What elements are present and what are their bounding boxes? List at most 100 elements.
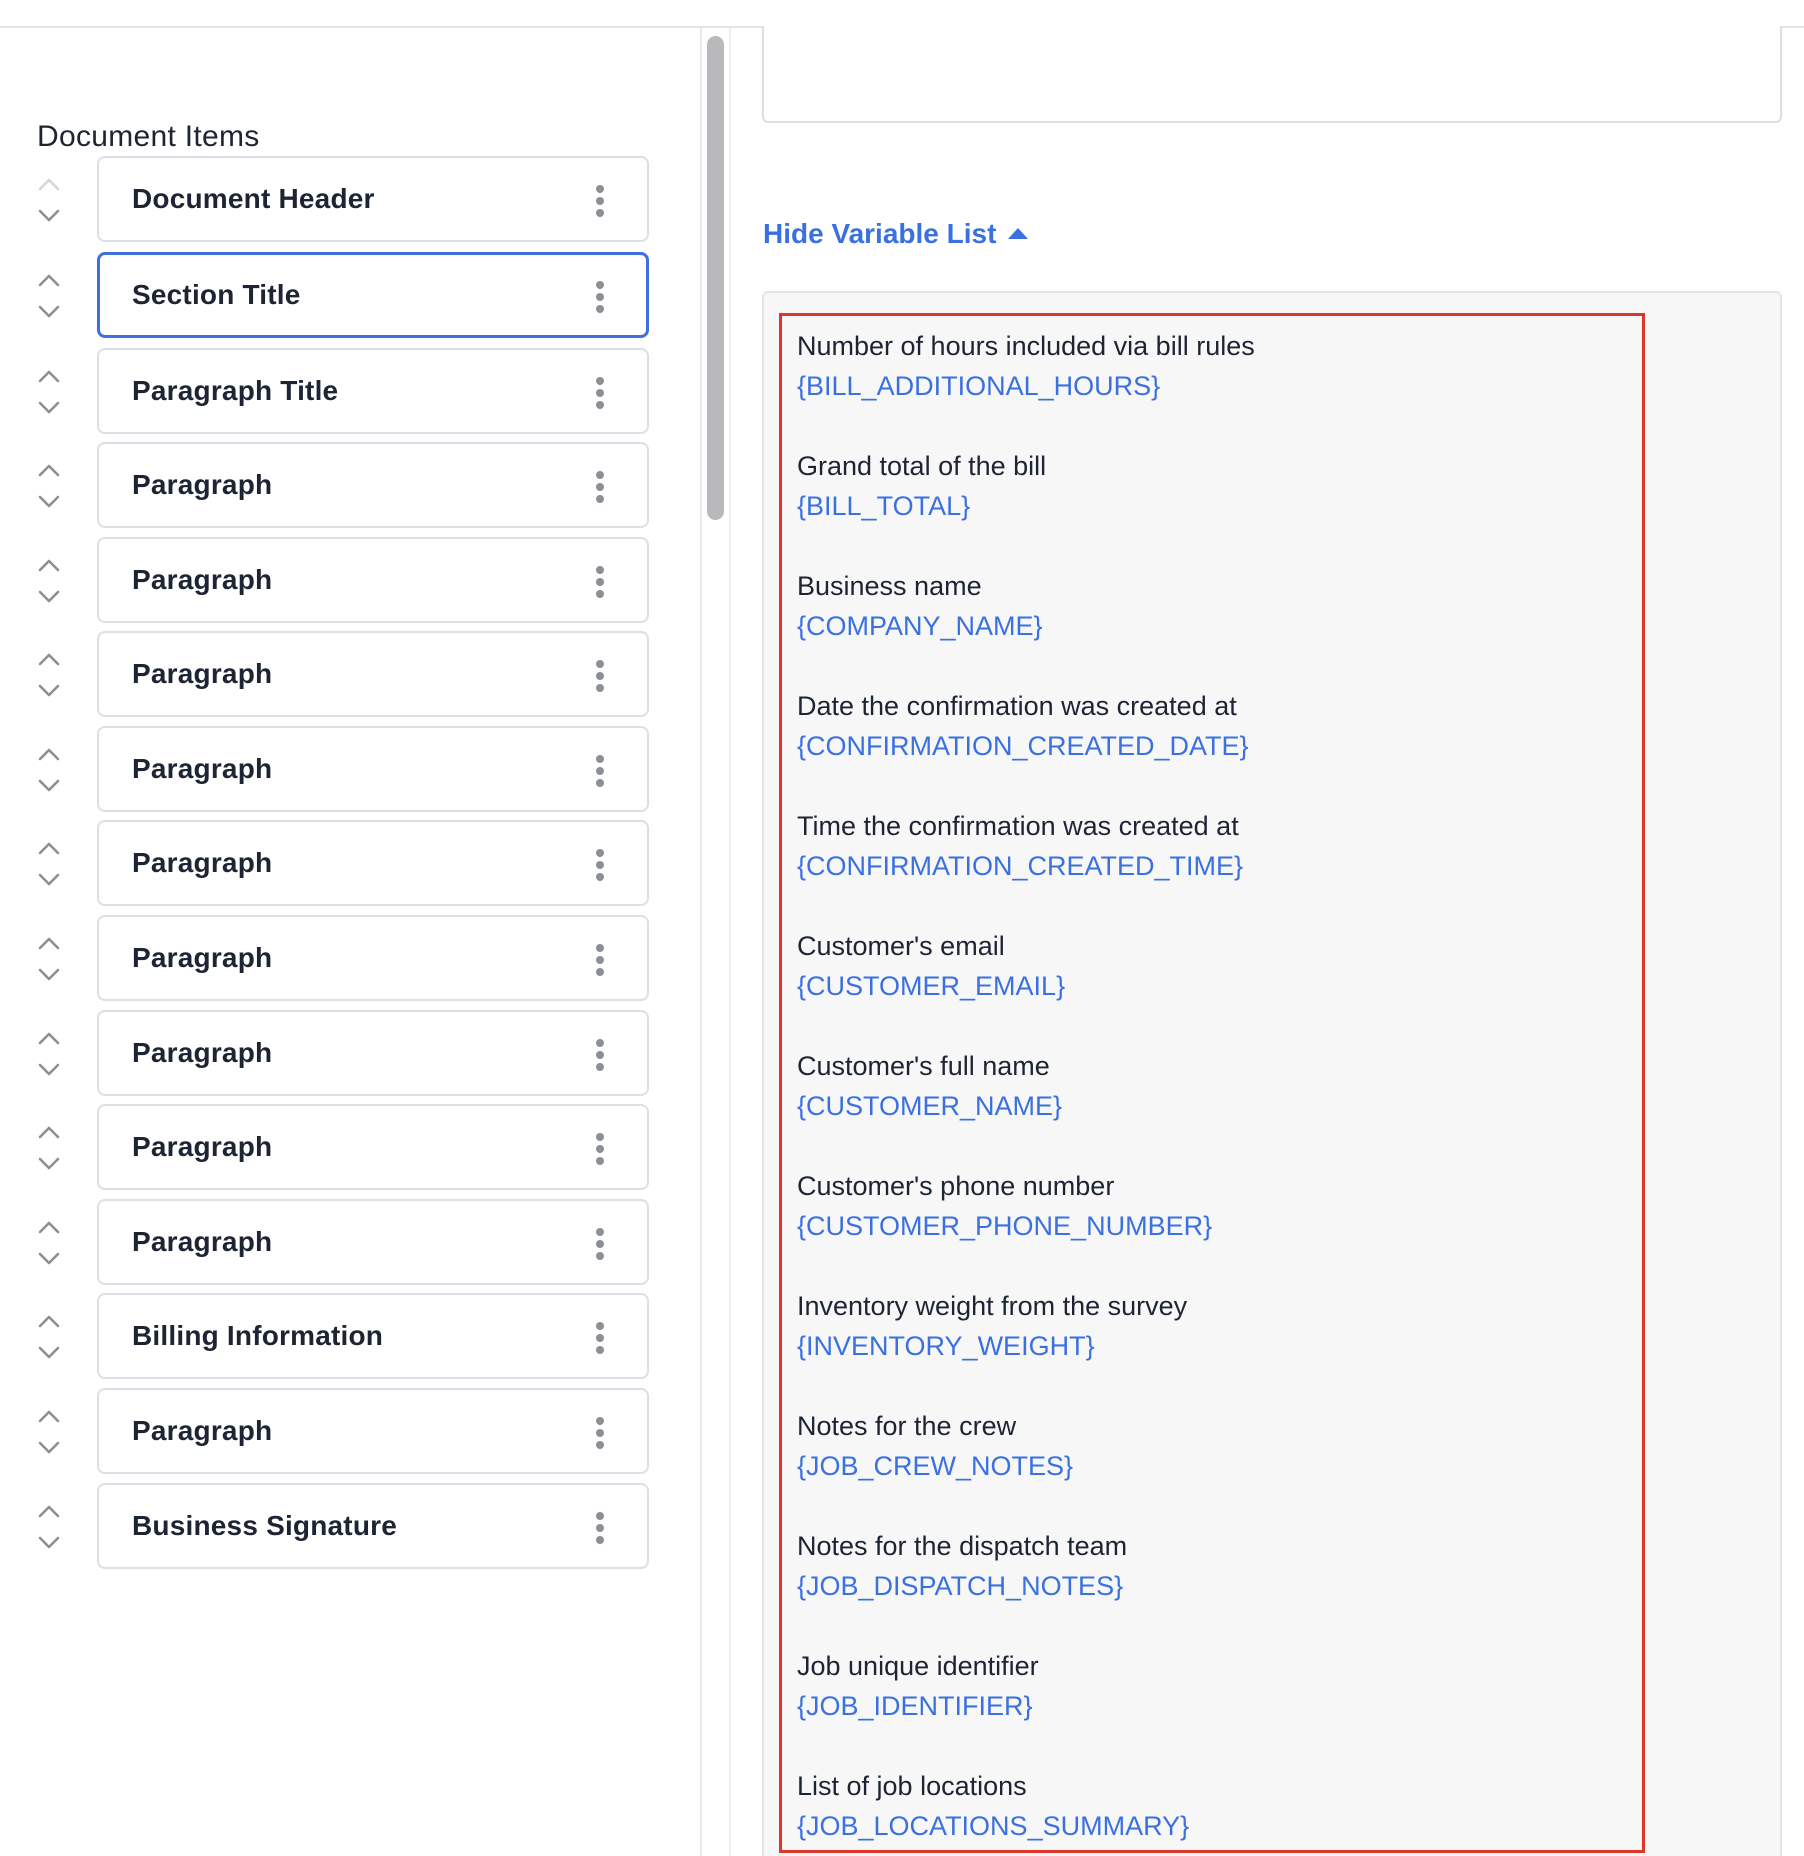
chevron-down-icon[interactable] (36, 868, 62, 890)
document-item-label: Paragraph (132, 1415, 273, 1446)
document-item-label: Paragraph (132, 847, 273, 878)
variable-token[interactable]: {JOB_IDENTIFIER} (797, 1686, 1617, 1726)
variable-token[interactable]: {CONFIRMATION_CREATED_TIME} (797, 846, 1617, 886)
more-vertical-icon[interactable] (593, 185, 607, 217)
document-item-card[interactable]: Paragraph (97, 1010, 649, 1096)
chevron-down-icon[interactable] (36, 585, 62, 607)
variable-item: Grand total of the bill {BILL_TOTAL} (797, 446, 1617, 566)
document-item-label: Paragraph (132, 1037, 273, 1068)
document-items-panel: Document Items Document Header Section Ti… (0, 28, 700, 1856)
document-item-row: Paragraph (0, 537, 660, 627)
document-item-card[interactable]: Paragraph (97, 726, 649, 812)
more-vertical-icon[interactable] (593, 1133, 607, 1165)
variable-description: Time the confirmation was created at (797, 811, 1239, 841)
more-vertical-icon[interactable] (593, 281, 607, 313)
panel-title: Document Items (37, 120, 260, 153)
document-item-card[interactable]: Paragraph (97, 537, 649, 623)
variable-token[interactable]: {CUSTOMER_NAME} (797, 1086, 1617, 1126)
scrollbar-thumb[interactable] (707, 36, 724, 520)
more-vertical-icon[interactable] (593, 1228, 607, 1260)
chevron-up-icon[interactable] (36, 366, 62, 388)
chevron-down-icon[interactable] (36, 1341, 62, 1363)
chevron-up-icon[interactable] (36, 1501, 62, 1523)
variable-description: Date the confirmation was created at (797, 691, 1237, 721)
document-item-card[interactable]: Paragraph (97, 1388, 649, 1474)
document-item-card[interactable]: Paragraph (97, 442, 649, 528)
more-vertical-icon[interactable] (593, 1512, 607, 1544)
variable-token[interactable]: {COMPANY_NAME} (797, 606, 1617, 646)
document-item-card[interactable]: Paragraph (97, 1199, 649, 1285)
chevron-up-icon[interactable] (36, 1406, 62, 1428)
document-item-card[interactable]: Paragraph Title (97, 348, 649, 434)
chevron-up-icon[interactable] (36, 1028, 62, 1050)
more-vertical-icon[interactable] (593, 849, 607, 881)
chevron-down-icon[interactable] (36, 1531, 62, 1553)
variable-description: Number of hours included via bill rules (797, 331, 1255, 361)
chevron-up-icon[interactable] (36, 555, 62, 577)
chevron-down-icon[interactable] (36, 679, 62, 701)
document-item-row: Paragraph (0, 1104, 660, 1194)
reorder-controls (36, 838, 62, 892)
variable-token[interactable]: {CUSTOMER_PHONE_NUMBER} (797, 1206, 1617, 1246)
document-item-label: Document Header (132, 183, 375, 214)
chevron-down-icon[interactable] (36, 396, 62, 418)
variable-token[interactable]: {JOB_DISPATCH_NOTES} (797, 1566, 1617, 1606)
document-item-row: Paragraph (0, 915, 660, 1005)
chevron-down-icon[interactable] (36, 1436, 62, 1458)
variable-token[interactable]: {JOB_LOCATIONS_SUMMARY} (797, 1806, 1617, 1846)
document-item-label: Paragraph (132, 753, 273, 784)
document-item-label: Paragraph (132, 564, 273, 595)
document-item-card[interactable]: Paragraph (97, 631, 649, 717)
more-vertical-icon[interactable] (593, 1039, 607, 1071)
document-item-card[interactable]: Paragraph (97, 1104, 649, 1190)
chevron-up-icon[interactable] (36, 270, 62, 292)
document-item-card[interactable]: Billing Information (97, 1293, 649, 1379)
more-vertical-icon[interactable] (593, 566, 607, 598)
hide-variable-list-toggle[interactable]: Hide Variable List (763, 218, 1029, 250)
more-vertical-icon[interactable] (593, 660, 607, 692)
variable-token[interactable]: {INVENTORY_WEIGHT} (797, 1326, 1617, 1366)
more-vertical-icon[interactable] (593, 471, 607, 503)
chevron-up-icon[interactable] (36, 744, 62, 766)
document-item-card[interactable]: Document Header (97, 156, 649, 242)
document-item-card[interactable]: Section Title (97, 252, 649, 338)
reorder-controls (36, 649, 62, 703)
more-vertical-icon[interactable] (593, 1417, 607, 1449)
chevron-down-icon[interactable] (36, 1152, 62, 1174)
chevron-down-icon[interactable] (36, 963, 62, 985)
chevron-up-icon[interactable] (36, 1311, 62, 1333)
chevron-down-icon[interactable] (36, 300, 62, 322)
variable-token[interactable]: {BILL_TOTAL} (797, 486, 1617, 526)
more-vertical-icon[interactable] (593, 944, 607, 976)
document-item-label: Paragraph Title (132, 375, 339, 406)
document-item-label: Business Signature (132, 1510, 398, 1541)
text-editor-area[interactable] (762, 26, 1782, 123)
variable-token[interactable]: {BILL_ADDITIONAL_HOURS} (797, 366, 1617, 406)
document-item-label: Paragraph (132, 658, 273, 689)
chevron-up-icon[interactable] (36, 1122, 62, 1144)
chevron-down-icon[interactable] (36, 490, 62, 512)
more-vertical-icon[interactable] (593, 755, 607, 787)
variable-description: Notes for the dispatch team (797, 1531, 1128, 1561)
chevron-up-icon[interactable] (36, 174, 62, 196)
chevron-up-icon[interactable] (36, 1217, 62, 1239)
chevron-down-icon[interactable] (36, 774, 62, 796)
chevron-up-icon[interactable] (36, 460, 62, 482)
more-vertical-icon[interactable] (593, 377, 607, 409)
document-item-card[interactable]: Paragraph (97, 915, 649, 1001)
chevron-up-icon[interactable] (36, 649, 62, 671)
reorder-controls (36, 1311, 62, 1365)
variable-token[interactable]: {JOB_CREW_NOTES} (797, 1446, 1617, 1486)
chevron-up-icon[interactable] (36, 933, 62, 955)
variable-description: Customer's email (797, 931, 1005, 961)
more-vertical-icon[interactable] (593, 1322, 607, 1354)
chevron-down-icon[interactable] (36, 204, 62, 226)
chevron-up-icon[interactable] (36, 838, 62, 860)
variable-token[interactable]: {CUSTOMER_EMAIL} (797, 966, 1617, 1006)
document-item-card[interactable]: Paragraph (97, 820, 649, 906)
chevron-down-icon[interactable] (36, 1247, 62, 1269)
chevron-down-icon[interactable] (36, 1058, 62, 1080)
variable-token[interactable]: {CONFIRMATION_CREATED_DATE} (797, 726, 1617, 766)
document-item-row: Paragraph (0, 726, 660, 816)
document-item-card[interactable]: Business Signature (97, 1483, 649, 1569)
